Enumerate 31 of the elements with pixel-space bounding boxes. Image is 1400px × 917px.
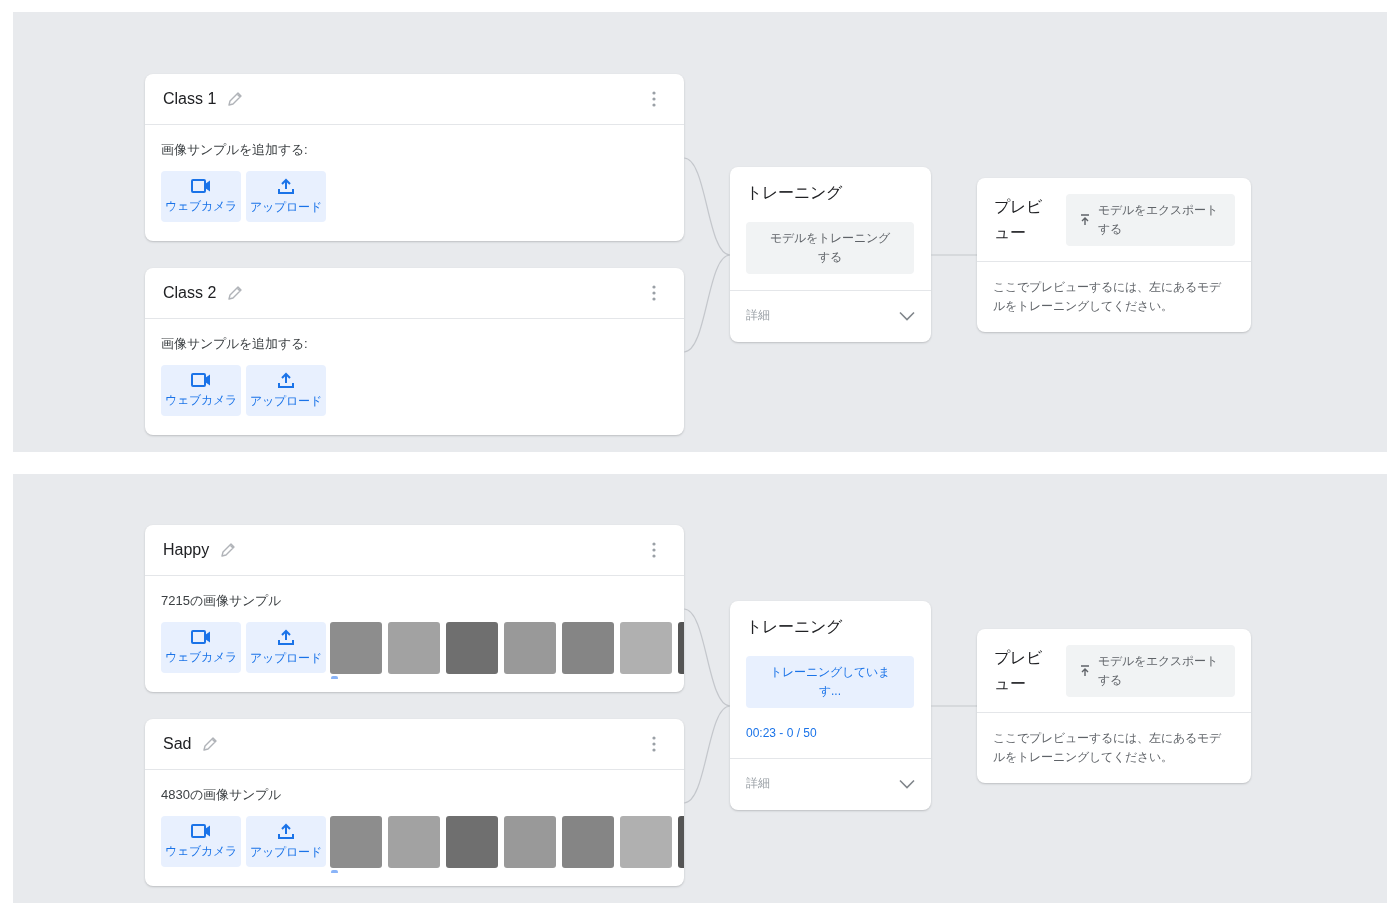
class-name: Happy — [163, 541, 210, 559]
webcam-button[interactable]: ウェブカメラ — [161, 171, 241, 222]
card-title: トレーニング — [746, 183, 843, 203]
sample-caption: 画像サンプルを追加する: — [161, 141, 309, 159]
card-title: プレビュー — [994, 196, 1043, 243]
sample-caption: 4830の画像サンプル — [161, 786, 282, 804]
upload-button[interactable]: アップロード — [246, 171, 326, 222]
class-name: Sad — [163, 735, 192, 753]
details-label: 詳細 — [746, 307, 770, 324]
class-name: Class 2 — [163, 284, 217, 302]
card-title: プレビュー — [994, 647, 1043, 694]
details-toggle[interactable]: 詳細 — [730, 290, 931, 342]
export-model-button[interactable]: モデルをエクスポートする — [1066, 193, 1235, 246]
sample-caption: 画像サンプルを追加する: — [161, 335, 309, 353]
upload-button[interactable]: アップロード — [246, 365, 326, 416]
training-status-text: 00:23 - 0 / 50 — [746, 726, 818, 740]
export-model-button[interactable]: モデルをエクスポートする — [1066, 644, 1235, 697]
details-label: 詳細 — [746, 775, 770, 792]
preview-message: ここでプレビューするには、左にあるモデルをトレーニングしてください。 — [992, 729, 1222, 766]
upload-button[interactable]: アップロード — [246, 622, 326, 673]
card-title: トレーニング — [746, 617, 843, 637]
webcam-button[interactable]: ウェブカメラ — [161, 816, 241, 867]
preview-message: ここでプレビューするには、左にあるモデルをトレーニングしてください。 — [992, 278, 1222, 315]
webcam-button[interactable]: ウェブカメラ — [161, 622, 241, 673]
webcam-button[interactable]: ウェブカメラ — [161, 365, 241, 416]
train-model-button[interactable]: モデルをトレーニングする — [746, 222, 914, 274]
train-model-button[interactable]: トレーニングしています... — [746, 656, 914, 708]
sample-caption: 7215の画像サンプル — [161, 592, 282, 610]
details-toggle[interactable]: 詳細 — [730, 758, 931, 810]
upload-button[interactable]: アップロード — [246, 816, 326, 867]
class-name: Class 1 — [163, 90, 217, 108]
